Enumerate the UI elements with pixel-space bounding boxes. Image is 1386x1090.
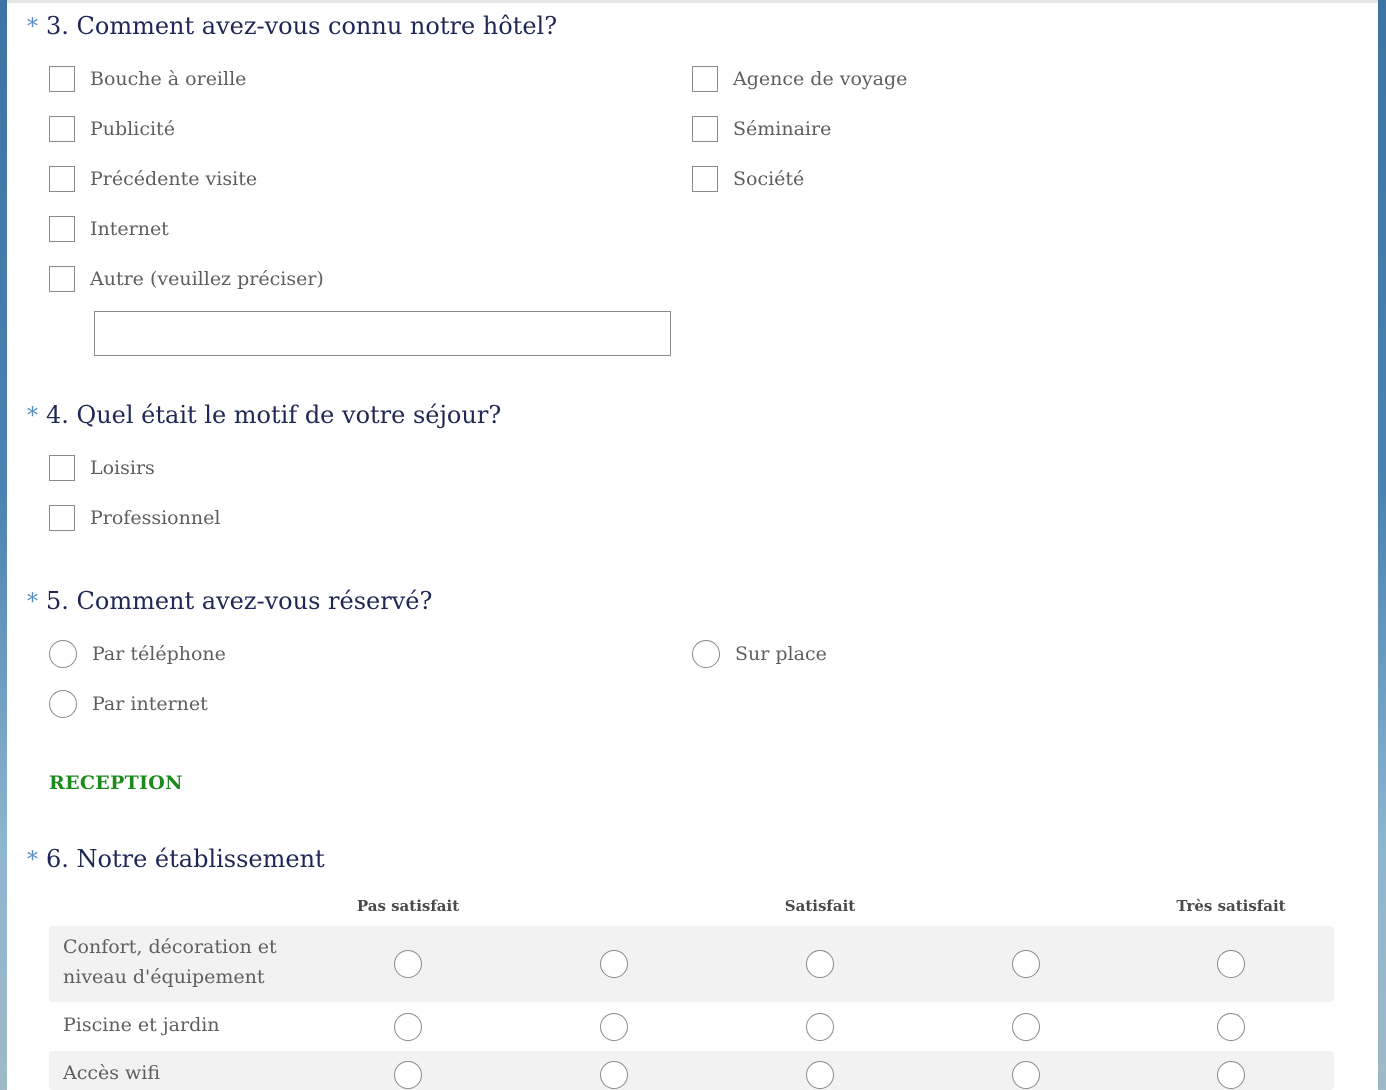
option-label: Bouche à oreille xyxy=(90,68,247,90)
question-5-title: * 5. Comment avez-vous réservé? xyxy=(27,587,432,615)
rating-radio-2[interactable] xyxy=(600,1013,628,1041)
checkbox[interactable] xyxy=(49,455,75,481)
option-label: Société xyxy=(733,168,805,190)
checkbox[interactable] xyxy=(692,116,718,142)
rating-radio-2[interactable] xyxy=(600,1061,628,1089)
checkbox[interactable] xyxy=(692,66,718,92)
checkbox-option-autre[interactable]: Autre (veuillez préciser) xyxy=(49,264,324,294)
row-label-line2: niveau d'équipement xyxy=(63,966,265,988)
checkbox[interactable] xyxy=(49,216,75,242)
rating-radio-3[interactable] xyxy=(806,950,834,978)
option-label: Publicité xyxy=(90,118,175,140)
checkbox[interactable] xyxy=(692,166,718,192)
option-label: Agence de voyage xyxy=(733,68,908,90)
column-header-pas-satisfait: Pas satisfait xyxy=(356,897,460,915)
required-asterisk: * xyxy=(27,848,38,873)
survey-page: * 3. Comment avez-vous connu notre hôtel?… xyxy=(7,0,1378,1090)
required-asterisk: * xyxy=(27,590,38,615)
rating-radio-4[interactable] xyxy=(1012,950,1040,978)
option-label: Professionnel xyxy=(90,507,221,529)
radio-button[interactable] xyxy=(49,640,77,668)
option-label: Autre (veuillez préciser) xyxy=(90,268,324,290)
checkbox-option-societe[interactable]: Société xyxy=(692,164,804,194)
question-3-text: 3. Comment avez-vous connu notre hôtel? xyxy=(46,12,558,40)
radio-button[interactable] xyxy=(49,690,77,718)
question-4-text: 4. Quel était le motif de votre séjour? xyxy=(46,401,502,429)
checkbox-option-bouche-a-oreille[interactable]: Bouche à oreille xyxy=(49,64,246,94)
option-label: Internet xyxy=(90,218,169,240)
option-label: Séminaire xyxy=(733,118,832,140)
rating-radio-4[interactable] xyxy=(1012,1013,1040,1041)
checkbox-option-internet[interactable]: Internet xyxy=(49,214,169,244)
question-6-text: 6. Notre établissement xyxy=(46,845,325,873)
radio-option-sur-place[interactable]: Sur place xyxy=(692,639,827,669)
rating-radio-1[interactable] xyxy=(394,1061,422,1089)
radio-button[interactable] xyxy=(692,640,720,668)
other-specify-input[interactable] xyxy=(94,311,671,356)
checkbox-option-publicite[interactable]: Publicité xyxy=(49,114,175,144)
matrix-row-piscine: Piscine et jardin xyxy=(49,1004,1334,1050)
matrix-row-acces-wifi: Accès wifi xyxy=(49,1051,1334,1090)
option-label: Sur place xyxy=(735,643,827,665)
question-5-text: 5. Comment avez-vous réservé? xyxy=(46,587,433,615)
option-label: Par internet xyxy=(92,693,208,715)
checkbox[interactable] xyxy=(49,266,75,292)
radio-option-par-internet[interactable]: Par internet xyxy=(49,689,208,719)
checkbox-option-precedente-visite[interactable]: Précédente visite xyxy=(49,164,257,194)
checkbox-option-agence-de-voyage[interactable]: Agence de voyage xyxy=(692,64,907,94)
matrix-row-confort: Confort, décoration et niveau d'équipeme… xyxy=(49,926,1334,1002)
question-4-title: * 4. Quel était le motif de votre séjour? xyxy=(27,401,501,429)
rating-radio-5[interactable] xyxy=(1217,1061,1245,1089)
checkbox-option-professionnel[interactable]: Professionnel xyxy=(49,503,220,533)
checkbox[interactable] xyxy=(49,505,75,531)
row-label: Accès wifi xyxy=(63,1062,161,1084)
question-6-title: * 6. Notre établissement xyxy=(27,845,325,873)
checkbox-option-loisirs[interactable]: Loisirs xyxy=(49,453,155,483)
option-label: Loisirs xyxy=(90,457,155,479)
column-header-tres-satisfait: Très satisfait xyxy=(1176,897,1286,915)
rating-radio-5[interactable] xyxy=(1217,1013,1245,1041)
row-label-line1: Confort, décoration et xyxy=(63,936,277,958)
rating-radio-3[interactable] xyxy=(806,1061,834,1089)
checkbox-option-seminaire[interactable]: Séminaire xyxy=(692,114,831,144)
checkbox[interactable] xyxy=(49,166,75,192)
checkbox[interactable] xyxy=(49,116,75,142)
radio-option-par-telephone[interactable]: Par téléphone xyxy=(49,639,226,669)
rating-radio-1[interactable] xyxy=(394,1013,422,1041)
column-header-satisfait: Satisfait xyxy=(784,897,856,915)
row-label: Piscine et jardin xyxy=(63,1014,220,1036)
checkbox[interactable] xyxy=(49,66,75,92)
rating-radio-3[interactable] xyxy=(806,1013,834,1041)
question-3-title: * 3. Comment avez-vous connu notre hôtel? xyxy=(27,12,557,40)
option-label: Par téléphone xyxy=(92,643,226,665)
rating-radio-5[interactable] xyxy=(1217,950,1245,978)
option-label: Précédente visite xyxy=(90,168,258,190)
rating-radio-2[interactable] xyxy=(600,950,628,978)
required-asterisk: * xyxy=(27,404,38,429)
required-asterisk: * xyxy=(27,15,38,40)
rating-radio-1[interactable] xyxy=(394,950,422,978)
section-heading-reception: RECEPTION xyxy=(49,772,183,794)
rating-radio-4[interactable] xyxy=(1012,1061,1040,1089)
